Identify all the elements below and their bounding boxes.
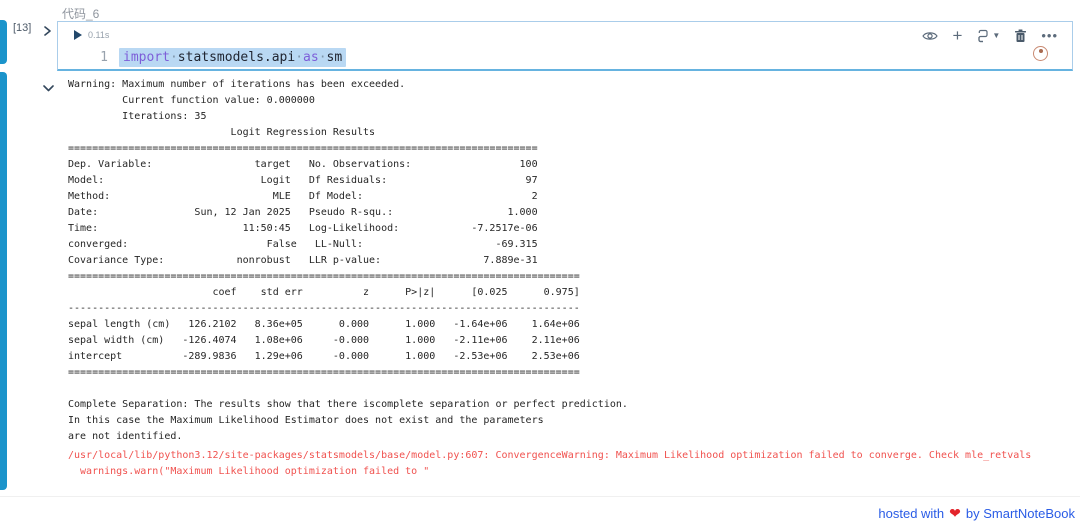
code-token: sm	[326, 50, 343, 65]
line-number: 1	[100, 50, 108, 65]
notebook-page: [13] 代码_6 0.11s + ▼ ••• 1 import· statsm…	[0, 0, 1080, 525]
footer-text-suffix: by SmartNoteBook	[965, 506, 1075, 521]
code-token: statsmodels.api	[177, 50, 296, 65]
footer-divider	[0, 496, 1080, 497]
dropdown-caret-icon[interactable]: ▼	[992, 31, 1000, 40]
whitespace-dot	[319, 50, 327, 65]
footer-text-prefix: hosted with	[878, 506, 945, 521]
cell-title: 代码_6	[62, 7, 100, 21]
delete-icon[interactable]	[1014, 29, 1027, 43]
execution-count: [13]	[13, 22, 32, 34]
output-gutter-bar[interactable]	[0, 72, 7, 490]
footer-branding[interactable]: hosted with ❤ by SmartNoteBook	[878, 505, 1075, 522]
visibility-icon[interactable]	[922, 30, 939, 42]
whitespace-dot	[295, 50, 303, 65]
cell-runtime: 0.11s	[88, 30, 110, 40]
add-cell-icon[interactable]: +	[952, 27, 962, 44]
python-env-icon[interactable]: ▼	[976, 29, 1000, 43]
cell-output-text: Warning: Maximum number of iterations ha…	[68, 79, 628, 442]
cell-gutter-bar[interactable]	[0, 20, 7, 64]
run-cell-icon[interactable]	[74, 30, 82, 40]
heart-icon: ❤	[949, 505, 961, 521]
chevron-right-icon[interactable]	[42, 23, 52, 41]
code-editor-line[interactable]: 1 import statsmodels.api assm	[58, 48, 1072, 68]
code-cell[interactable]: 0.11s + ▼ ••• 1 importstatsmo	[57, 21, 1073, 71]
chevron-down-icon[interactable]	[43, 79, 54, 97]
more-options-icon[interactable]: •••	[1041, 28, 1058, 43]
code-token: as	[303, 50, 319, 65]
code-token: import	[123, 50, 170, 65]
cell-toolbar: + ▼ •••	[922, 27, 1058, 44]
code-text-selected[interactable]: import statsmodels.api assm	[119, 48, 347, 67]
whitespace-dot	[170, 50, 178, 65]
cell-output-stderr: /usr/local/lib/python3.12/site-packages/…	[68, 450, 1032, 477]
